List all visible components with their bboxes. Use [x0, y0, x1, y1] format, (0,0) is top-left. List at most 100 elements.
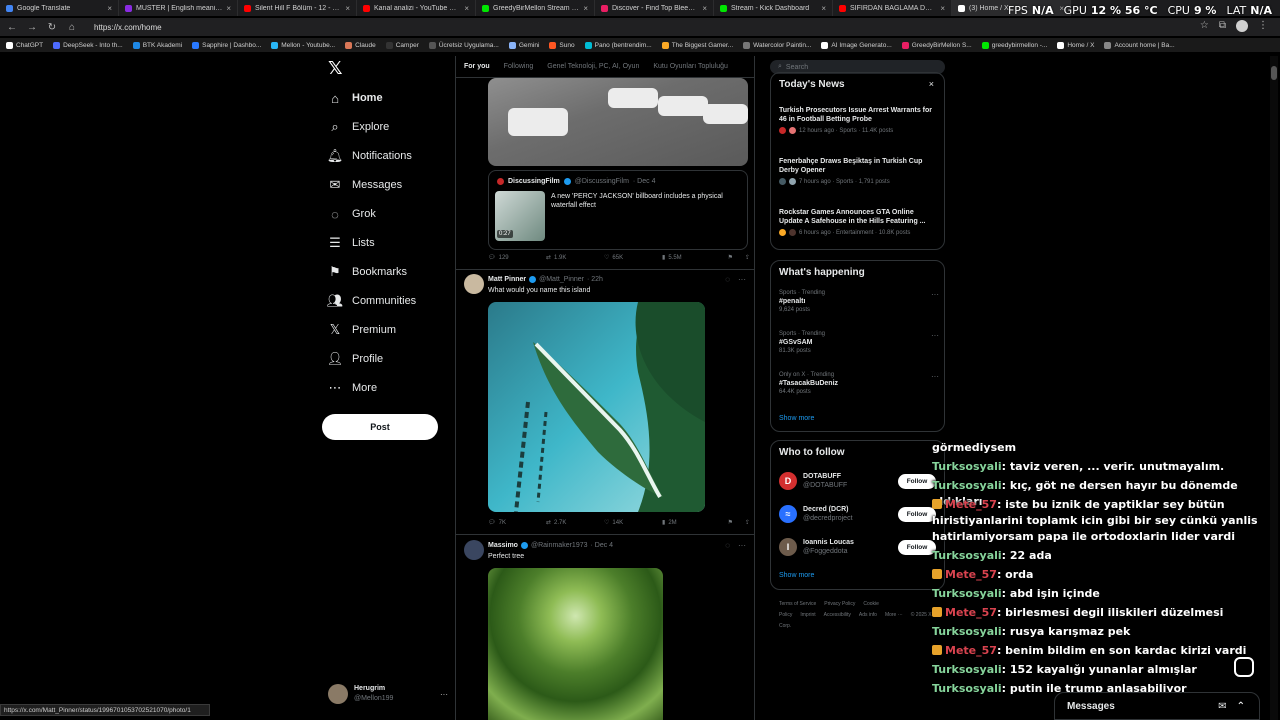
- more-icon[interactable]: ···: [738, 275, 746, 284]
- nav-item-premium[interactable]: 𝕏 Premium: [328, 322, 396, 337]
- bookmark-item[interactable]: DeepSeek - Into th...: [53, 41, 123, 49]
- tab-close-icon[interactable]: ×: [107, 4, 112, 13]
- follow-button[interactable]: Follow: [898, 540, 936, 555]
- bookmark-item[interactable]: Home / X: [1057, 41, 1094, 49]
- scrollbar[interactable]: [1270, 56, 1278, 720]
- footer-link[interactable]: Ads info: [859, 612, 877, 618]
- nav-item-lists[interactable]: ☰ Lists: [328, 235, 374, 250]
- menu-icon[interactable]: ⋮: [1258, 20, 1268, 32]
- chat-overlay-icon[interactable]: [1234, 657, 1254, 677]
- feed-tab[interactable]: Following: [504, 63, 534, 70]
- tweet-author[interactable]: Matt Pinner: [488, 276, 526, 283]
- back-icon[interactable]: ←: [6, 22, 18, 33]
- tweet-handle[interactable]: @Rainmaker1973: [531, 542, 588, 549]
- footer-link[interactable]: Accessibility: [824, 612, 851, 618]
- post-button[interactable]: Post: [322, 414, 438, 440]
- forward-icon[interactable]: →: [26, 22, 38, 33]
- tab-close-icon[interactable]: ×: [702, 4, 707, 13]
- grok-icon[interactable]: ◌: [725, 275, 730, 284]
- home-icon[interactable]: ⌂: [66, 22, 78, 33]
- nav-item-communities[interactable]: 👥︎ Communities: [327, 293, 416, 308]
- retweet-button[interactable]: ⇄ 2.7K: [546, 519, 604, 527]
- bookmark-icon[interactable]: ⚑: [728, 519, 733, 526]
- bookmark-item[interactable]: Camper: [385, 41, 419, 49]
- footer-link[interactable]: Imprint: [800, 612, 815, 618]
- trend-item[interactable]: Sports · Trending #penaltı 9,624 posts ···: [779, 290, 939, 313]
- browser-tab[interactable]: Discover - Find Top Bleeps, Stream ×: [595, 0, 714, 16]
- feed-tab[interactable]: For you: [464, 63, 490, 70]
- bookmark-item[interactable]: Gemini: [508, 41, 539, 49]
- share-icon[interactable]: ⇪: [745, 519, 750, 526]
- x-logo-icon[interactable]: 𝕏: [328, 58, 343, 79]
- nav-item-profile[interactable]: 👤︎ Profile: [327, 351, 383, 366]
- footer-link[interactable]: Privacy Policy: [824, 601, 855, 607]
- tab-close-icon[interactable]: ×: [464, 4, 469, 13]
- trend-item[interactable]: Sports · Trending #GSvSAM 81.3K posts ···: [779, 331, 939, 354]
- more-icon[interactable]: ···: [931, 290, 939, 299]
- nav-item-more[interactable]: ⋯ More: [328, 380, 378, 395]
- chat-username[interactable]: Mete_57: [945, 606, 997, 619]
- share-icon[interactable]: ⇪: [745, 254, 750, 261]
- tab-close-icon[interactable]: ×: [583, 4, 588, 13]
- tweet-time[interactable]: · Dec 4: [591, 542, 614, 549]
- views-button[interactable]: ▮ 5.5M: [662, 254, 720, 262]
- feed-tab[interactable]: Kutu Oyunları Topluluğu: [653, 63, 728, 70]
- reply-button[interactable]: 💬︎ 7K: [488, 519, 546, 527]
- chat-username[interactable]: Turksosyali: [932, 625, 1002, 638]
- bookmark-icon[interactable]: ⚑: [728, 254, 733, 261]
- more-icon[interactable]: ···: [931, 331, 939, 340]
- views-button[interactable]: ▮ 2M: [662, 519, 720, 527]
- bookmark-item[interactable]: greedybirmellon -...: [981, 41, 1047, 49]
- expand-icon[interactable]: ⌃: [1237, 701, 1245, 712]
- chat-username[interactable]: Turksosyali: [932, 479, 1002, 492]
- more-icon[interactable]: ···: [738, 541, 746, 550]
- more-icon[interactable]: ···: [931, 372, 939, 381]
- close-icon[interactable]: ×: [929, 79, 934, 89]
- tab-close-icon[interactable]: ×: [821, 4, 826, 13]
- bookmark-item[interactable]: Mellon - Youtube...: [271, 41, 335, 49]
- like-button[interactable]: ♡ 65K: [604, 254, 662, 262]
- browser-tab[interactable]: Stream - Kick Dashboard ×: [714, 0, 833, 16]
- nav-item-messages[interactable]: ✉ Messages: [328, 177, 403, 192]
- bookmark-item[interactable]: Account home | Ba...: [1104, 41, 1175, 49]
- feed-tab[interactable]: Genel Teknoloji, PC, AI, Oyun: [547, 63, 639, 70]
- bookmark-item[interactable]: Watercolor Paintin...: [743, 41, 811, 49]
- extensions-icon[interactable]: ⧉: [1219, 20, 1226, 32]
- compose-message-icon[interactable]: ✉: [1218, 701, 1226, 712]
- tweet-author[interactable]: Massimo: [488, 542, 518, 549]
- browser-tab[interactable]: MUSTER | English meaning - Cam×: [119, 0, 238, 16]
- bookmark-item[interactable]: GreedyBirMellon S...: [901, 41, 972, 49]
- profile-avatar[interactable]: [1236, 20, 1248, 32]
- retweet-button[interactable]: ⇄ 1.9K: [546, 254, 604, 262]
- tab-close-icon[interactable]: ×: [345, 4, 350, 13]
- chat-username[interactable]: Turksosyali: [932, 682, 1002, 695]
- nav-item-grok[interactable]: ◌ Grok: [328, 207, 376, 222]
- bookmark-item[interactable]: BTK Akademi: [132, 41, 182, 49]
- bookmark-item[interactable]: Pano (bentrendim...: [584, 41, 652, 49]
- url-field[interactable]: https://x.com/home: [94, 23, 162, 32]
- nav-item-explore[interactable]: ⌕ Explore: [328, 119, 389, 134]
- chat-username[interactable]: Mete_57: [945, 568, 997, 581]
- messages-drawer[interactable]: Messages ✉ ⌃: [1054, 692, 1260, 720]
- browser-tab[interactable]: Silent Hill F Bölüm - 12 - O İkili ca ×: [238, 0, 357, 16]
- bookmark-item[interactable]: The Biggest Gamer...: [661, 41, 733, 49]
- bookmark-item[interactable]: AI Image Generato...: [821, 41, 892, 49]
- quote-tweet-card[interactable]: DiscussingFilm @DiscussingFilm · Dec 4 0…: [488, 170, 748, 250]
- chat-username[interactable]: Turksosyali: [932, 663, 1002, 676]
- bookmark-item[interactable]: Claude: [345, 41, 376, 49]
- footer-link[interactable]: More ···: [885, 612, 903, 618]
- trend-item[interactable]: Only on X · Trending #TasacakBuDeniz 64.4K…: [779, 372, 939, 395]
- tab-close-icon[interactable]: ×: [226, 4, 231, 13]
- browser-tab[interactable]: GreedyBirMellon Stream - Watch ×: [476, 0, 595, 16]
- browser-tab[interactable]: Google Translate ×: [0, 0, 119, 16]
- news-item[interactable]: Rockstar Games Announces GTA Online Upda…: [779, 208, 939, 236]
- avatar[interactable]: [464, 540, 484, 560]
- nav-item-home[interactable]: ⌂ Home: [328, 91, 383, 106]
- chat-username[interactable]: Turksosyali: [932, 587, 1002, 600]
- account-switcher[interactable]: Herugrim @Mellon199 ···: [328, 682, 448, 706]
- star-icon[interactable]: ☆: [1200, 20, 1209, 32]
- scrollbar-thumb[interactable]: [1271, 66, 1277, 80]
- chat-username[interactable]: Turksosyali: [932, 460, 1002, 473]
- reply-button[interactable]: 💬︎ 129: [488, 254, 546, 262]
- reload-icon[interactable]: ↻: [46, 22, 58, 33]
